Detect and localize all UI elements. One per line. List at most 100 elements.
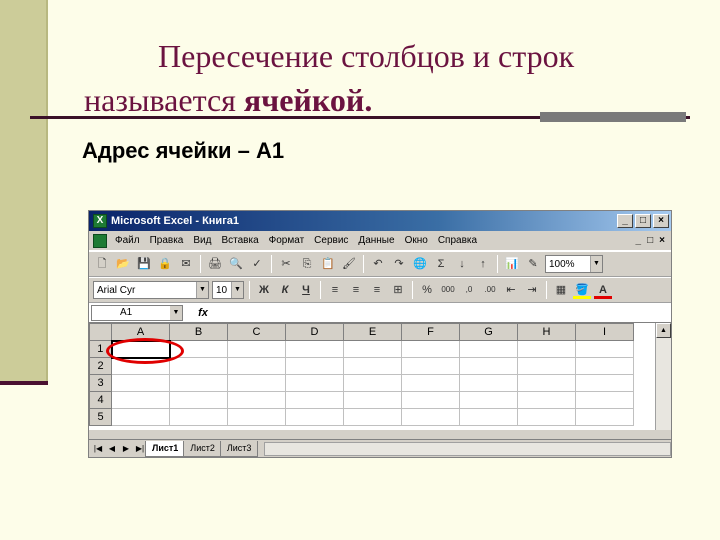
font-size-select[interactable]: 10 ▼ [212,281,244,299]
decrease-indent-icon[interactable]: ⇤ [502,281,520,299]
row-header[interactable]: 3 [89,374,112,392]
column-header[interactable]: G [459,323,518,341]
cell[interactable] [459,374,518,392]
cell[interactable] [343,374,402,392]
insert-function-icon[interactable]: fx [183,307,223,319]
menu-edit[interactable]: Правка [150,235,184,246]
cell[interactable] [111,408,170,426]
select-all-corner[interactable] [89,323,112,341]
thousands-style-icon[interactable]: 000 [439,281,457,299]
cell[interactable] [401,357,460,375]
next-sheet-icon[interactable]: ▶ [119,444,133,453]
menu-insert[interactable]: Вставка [221,235,258,246]
hyperlink-icon[interactable]: 🌐 [411,255,429,273]
borders-icon[interactable]: ▦ [552,281,570,299]
cell[interactable] [111,391,170,409]
cell[interactable] [285,408,344,426]
underline-button[interactable]: Ч [297,281,315,299]
scroll-up-icon[interactable]: ▲ [656,323,671,338]
cell[interactable] [459,408,518,426]
cell[interactable] [343,391,402,409]
chevron-down-icon[interactable]: ▼ [170,305,182,320]
bold-button[interactable]: Ж [255,281,273,299]
cell[interactable] [459,391,518,409]
sort-desc-icon[interactable]: ↑ [474,255,492,273]
spelling-icon[interactable]: ✓ [248,255,266,273]
cell[interactable] [459,340,518,358]
horizontal-scrollbar[interactable] [264,441,671,456]
worksheet-grid[interactable]: A B C D E F G H I 1 2 3 4 5 ▲ [89,323,671,430]
cell[interactable] [517,357,576,375]
sheet-tab-3[interactable]: Лист3 [219,440,259,457]
cell[interactable] [517,391,576,409]
cell[interactable] [169,391,228,409]
redo-icon[interactable]: ↷ [390,255,408,273]
cell[interactable] [227,391,286,409]
workbook-icon[interactable] [93,233,107,248]
name-box[interactable]: A1 ▼ [91,304,183,321]
cell[interactable] [227,340,286,358]
cell[interactable] [343,340,402,358]
merge-center-icon[interactable]: ⊞ [389,281,407,299]
menu-file[interactable]: Файл [115,235,140,246]
cell[interactable] [111,374,170,392]
cell[interactable] [285,357,344,375]
vertical-scrollbar[interactable]: ▲ [655,323,671,430]
menu-data[interactable]: Данные [358,235,394,246]
italic-button[interactable]: К [276,281,294,299]
undo-icon[interactable]: ↶ [369,255,387,273]
increase-decimal-icon[interactable]: ,0 [460,281,478,299]
column-header[interactable]: C [227,323,286,341]
cell[interactable] [343,357,402,375]
cell[interactable] [401,408,460,426]
menu-format[interactable]: Формат [269,235,305,246]
cell[interactable] [285,340,344,358]
row-header[interactable]: 2 [89,357,112,375]
sheet-tab-1[interactable]: Лист1 [145,440,186,457]
row-header[interactable]: 4 [89,391,112,409]
font-color-icon[interactable]: A [594,281,612,299]
cell[interactable] [169,408,228,426]
maximize-button[interactable]: □ [635,214,651,228]
cell[interactable] [575,357,634,375]
cell[interactable] [227,357,286,375]
cell[interactable] [401,391,460,409]
cell[interactable] [401,374,460,392]
cell[interactable] [343,408,402,426]
cell[interactable] [459,357,518,375]
window-titlebar[interactable]: X Microsoft Excel - Книга1 _ □ × [89,211,671,231]
format-painter-icon[interactable]: 🖌 [340,255,358,273]
cell[interactable] [227,408,286,426]
sheet-tab-2[interactable]: Лист2 [183,440,222,457]
cell[interactable] [517,408,576,426]
cell[interactable] [517,340,576,358]
cell[interactable] [575,340,634,358]
column-header[interactable]: F [401,323,460,341]
copy-icon[interactable]: ⎘ [298,255,316,273]
print-icon[interactable]: 🖨 [206,255,224,273]
align-right-icon[interactable]: ≡ [368,281,386,299]
cell[interactable] [575,374,634,392]
align-left-icon[interactable]: ≡ [326,281,344,299]
sort-asc-icon[interactable]: ↓ [453,255,471,273]
first-sheet-icon[interactable]: |◀ [91,444,105,453]
cell[interactable] [285,391,344,409]
save-icon[interactable]: 💾 [135,255,153,273]
cell[interactable] [575,391,634,409]
excel-app-icon[interactable]: X [93,214,107,228]
chevron-down-icon[interactable]: ▼ [196,282,208,298]
close-button[interactable]: × [653,214,669,228]
cell[interactable] [401,340,460,358]
chevron-down-icon[interactable]: ▼ [231,282,243,298]
cell[interactable] [227,374,286,392]
menu-window[interactable]: Окно [405,235,428,246]
cell[interactable] [169,357,228,375]
menu-tools[interactable]: Сервис [314,235,348,246]
permission-icon[interactable]: 🔒 [156,255,174,273]
column-header[interactable]: E [343,323,402,341]
cell[interactable] [169,374,228,392]
drawing-icon[interactable]: ✎ [524,255,542,273]
column-header[interactable]: H [517,323,576,341]
paste-icon[interactable]: 📋 [319,255,337,273]
font-name-select[interactable]: Arial Cyr ▼ [93,281,209,299]
